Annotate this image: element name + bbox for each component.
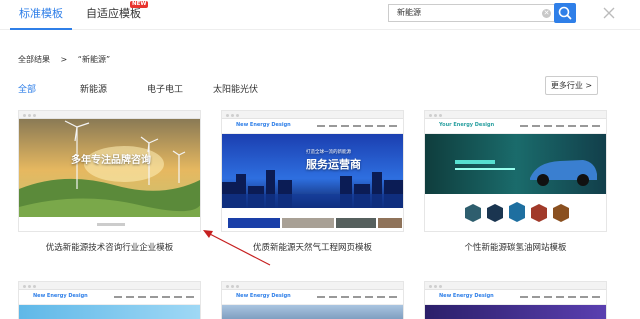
template-card-3[interactable]: Your Energy Design (424, 110, 607, 232)
template-card-2[interactable]: New Energy Design 打造全球一流的新能源 服务运营商 (221, 110, 404, 232)
browser-bar (19, 111, 200, 119)
card-hero-text: 服务运营商 (306, 158, 361, 171)
tab-standard-templates[interactable]: 标准模板 (10, 0, 72, 30)
card-logo: Your Energy Design (439, 122, 495, 128)
filter-all[interactable]: 全部 (18, 82, 36, 95)
template-card-1[interactable]: 多年专注品牌咨询 (18, 110, 201, 232)
search-button[interactable] (554, 3, 576, 23)
search-input[interactable]: 新能源 (388, 4, 554, 22)
breadcrumb-separator: > (60, 55, 68, 64)
more-industries-button[interactable]: 更多行业 > (545, 76, 598, 95)
breadcrumb: 全部结果 > “新能源” (18, 54, 118, 65)
top-bar: 标准模板 自适应模板 NEW 新能源 ✕ (0, 0, 640, 30)
template-title-1[interactable]: 优选新能源技术咨询行业企业模板 (18, 241, 201, 253)
template-preview-image (425, 134, 606, 194)
search-icon (558, 6, 572, 20)
card-logo: New Energy Design (33, 293, 88, 299)
template-title-3[interactable]: 个性新能源碳氢油网站模板 (424, 241, 607, 253)
filter-new-energy[interactable]: 新能源 (80, 82, 107, 95)
clear-search-icon[interactable]: ✕ (542, 9, 551, 18)
breadcrumb-term: “新能源” (77, 55, 111, 64)
template-preview-image (19, 119, 200, 231)
card-hero-text: 多年专注品牌咨询 (71, 155, 151, 166)
template-card-4[interactable]: New Energy Design (18, 281, 201, 319)
new-badge: NEW (130, 1, 149, 8)
template-title-2[interactable]: 优质新能源天然气工程网页模板 (221, 241, 404, 253)
template-card-5[interactable]: New Energy Design (221, 281, 404, 319)
card-logo: New Energy Design (236, 293, 291, 299)
filter-electrical[interactable]: 电子电工 (147, 82, 183, 95)
card-logo: New Energy Design (236, 122, 291, 128)
filter-solar[interactable]: 太阳能光伏 (213, 82, 258, 95)
close-icon[interactable] (600, 4, 618, 22)
template-card-6[interactable]: New Energy Design (424, 281, 607, 319)
card-logo: New Energy Design (439, 293, 494, 299)
card-hero-subtext: 打造全球一流的新能源 (306, 150, 351, 155)
breadcrumb-all[interactable]: 全部结果 (18, 55, 50, 64)
